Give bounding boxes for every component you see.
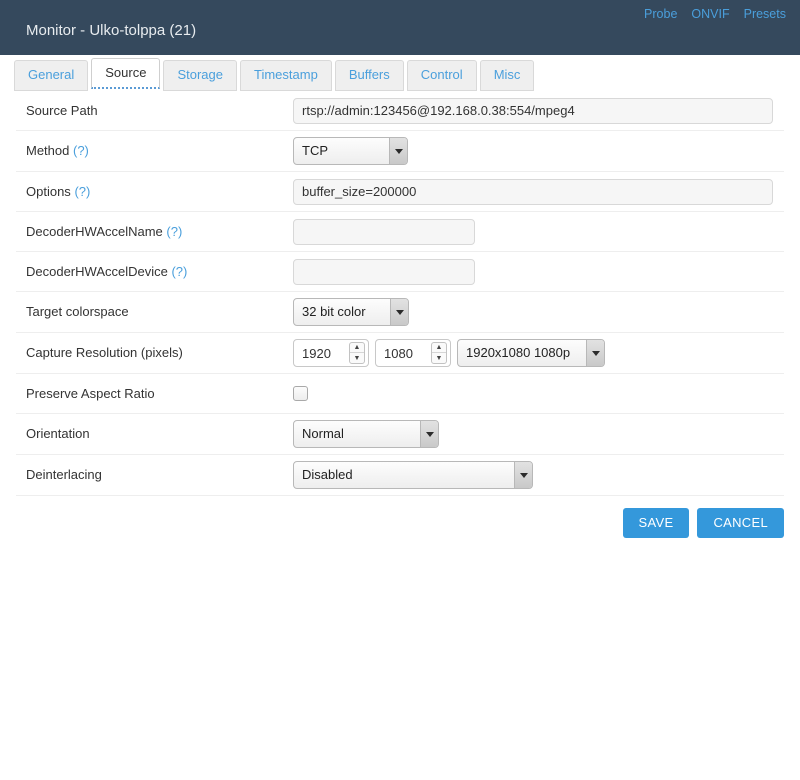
capture-resolution-preset-select[interactable]: 1920x1080 1080p (457, 339, 605, 367)
row-orientation: Orientation Normal (16, 414, 784, 455)
chevron-down-icon (390, 299, 408, 325)
preserve-aspect-ratio-checkbox[interactable] (293, 386, 308, 401)
spin-down-icon[interactable]: ▼ (432, 353, 446, 363)
row-target-colorspace: Target colorspace 32 bit color (16, 292, 784, 333)
label-method-text: Method (26, 143, 70, 158)
spin-up-icon[interactable]: ▲ (432, 343, 446, 353)
app-header: Probe ONVIF Presets Monitor - Ulko-tolpp… (0, 0, 800, 55)
label-decoder-hwaccel-device: DecoderHWAccelDevice (?) (16, 264, 293, 280)
cancel-button[interactable]: CANCEL (697, 508, 784, 538)
row-method: Method (?) TCP (16, 131, 784, 172)
deinterlacing-select-value: Disabled (302, 467, 353, 482)
field-options (293, 173, 784, 211)
field-decoder-hwaccel-device (293, 253, 784, 291)
row-preserve-aspect-ratio: Preserve Aspect Ratio (16, 374, 784, 414)
field-deinterlacing: Disabled (293, 455, 784, 495)
label-options-text: Options (26, 183, 71, 199)
row-capture-resolution: Capture Resolution (pixels) ▲ ▼ ▲ ▼ 1920… (16, 333, 784, 374)
target-colorspace-select-value: 32 bit color (302, 304, 366, 319)
chevron-down-icon (420, 421, 438, 447)
field-target-colorspace: 32 bit color (293, 292, 784, 332)
label-method: Method (?) (16, 143, 293, 159)
decoder-hwaccel-name-input[interactable] (293, 218, 475, 245)
capture-width-spin-buttons[interactable]: ▲ ▼ (349, 342, 365, 364)
options-input[interactable] (293, 178, 773, 205)
decoder-hwaccel-device-input[interactable] (293, 258, 475, 285)
options-help-icon[interactable]: (?) (74, 184, 90, 199)
tab-buffers[interactable]: Buffers (334, 60, 404, 91)
chevron-down-icon (389, 138, 407, 164)
field-decoder-hwaccel-name (293, 213, 784, 251)
field-capture-resolution: ▲ ▼ ▲ ▼ 1920x1080 1080p (293, 333, 784, 373)
tab-storage[interactable]: Storage (163, 60, 237, 91)
spin-up-icon[interactable]: ▲ (350, 343, 364, 353)
label-source-path: Source Path (26, 102, 98, 118)
orientation-select[interactable]: Normal (293, 420, 439, 448)
label-capture-resolution: Capture Resolution (pixels) (26, 345, 183, 360)
label-options: Options (?) (16, 184, 293, 200)
source-path-input[interactable] (293, 97, 773, 124)
tab-control[interactable]: Control (406, 60, 477, 91)
page-title: Monitor - Ulko-tolppa (21) (26, 22, 197, 39)
method-help-icon[interactable]: (?) (73, 143, 89, 158)
onvif-link[interactable]: ONVIF (691, 7, 729, 21)
field-preserve-aspect-ratio (293, 380, 784, 407)
tab-misc[interactable]: Misc (479, 60, 535, 91)
label-decoder-hwaccel-device-text: DecoderHWAccelDevice (26, 263, 168, 279)
chevron-down-icon (586, 340, 604, 366)
probe-link[interactable]: Probe (644, 7, 677, 21)
capture-height-spin-buttons[interactable]: ▲ ▼ (431, 342, 447, 364)
form-action-bar: SAVE CANCEL (16, 508, 784, 538)
field-method: TCP (293, 131, 784, 171)
row-source-path: Source Path (16, 91, 784, 131)
label-decoder-hwaccel-name: DecoderHWAccelName (?) (16, 224, 293, 240)
label-target-colorspace: Target colorspace (26, 304, 129, 319)
capture-width-stepper[interactable]: ▲ ▼ (293, 339, 369, 367)
spin-down-icon[interactable]: ▼ (350, 353, 364, 363)
presets-link[interactable]: Presets (744, 7, 786, 21)
label-orientation: Orientation (26, 426, 90, 441)
field-source-path (293, 92, 784, 130)
method-select-value: TCP (302, 143, 328, 158)
method-select[interactable]: TCP (293, 137, 408, 165)
row-deinterlacing: Deinterlacing Disabled (16, 455, 784, 496)
tab-timestamp[interactable]: Timestamp (240, 60, 332, 91)
label-decoder-hwaccel-name-text: DecoderHWAccelName (26, 223, 163, 239)
row-options: Options (?) (16, 172, 784, 212)
capture-height-stepper[interactable]: ▲ ▼ (375, 339, 451, 367)
field-orientation: Normal (293, 414, 784, 454)
deinterlacing-select[interactable]: Disabled (293, 461, 533, 489)
save-button[interactable]: SAVE (622, 508, 690, 538)
label-deinterlacing: Deinterlacing (26, 467, 102, 482)
decoder-hwaccel-name-help-icon[interactable]: (?) (166, 224, 182, 239)
header-link-group: Probe ONVIF Presets (644, 7, 786, 21)
source-settings-form: Source Path Method (?) TCP Options (?) D… (16, 91, 784, 496)
orientation-select-value: Normal (302, 426, 344, 441)
label-preserve-aspect-ratio: Preserve Aspect Ratio (26, 385, 155, 401)
tab-general[interactable]: General (14, 60, 89, 91)
tab-source[interactable]: Source (91, 58, 161, 89)
capture-resolution-preset-value: 1920x1080 1080p (466, 345, 571, 360)
tab-bar: General Source Storage Timestamp Buffers… (0, 55, 800, 91)
row-decoder-hwaccel-device: DecoderHWAccelDevice (?) (16, 252, 784, 292)
decoder-hwaccel-device-help-icon[interactable]: (?) (171, 264, 187, 279)
row-decoder-hwaccel-name: DecoderHWAccelName (?) (16, 212, 784, 252)
chevron-down-icon (514, 462, 532, 488)
target-colorspace-select[interactable]: 32 bit color (293, 298, 409, 326)
